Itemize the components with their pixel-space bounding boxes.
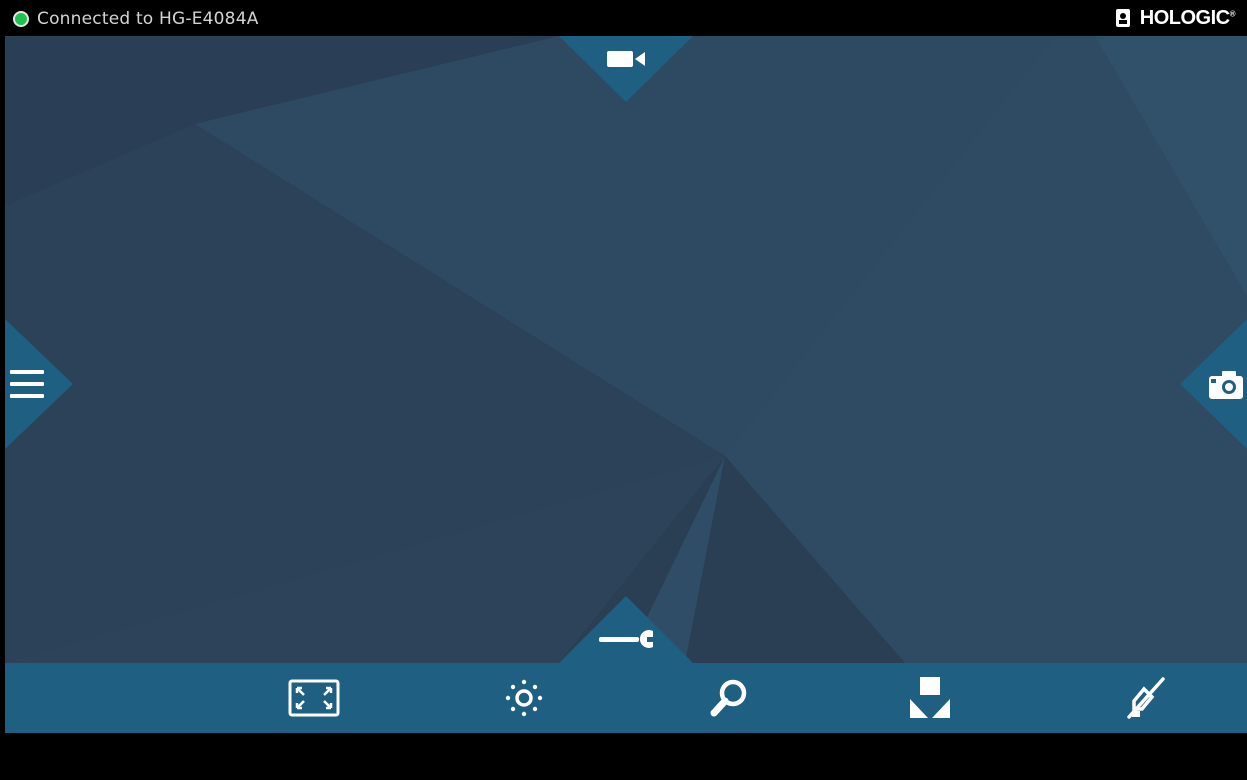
fit-screen-button[interactable] (286, 673, 342, 723)
status-bar: Connected to HG-E4084A HOLOGIC® (5, 0, 1247, 36)
annotation-disabled-button[interactable] (1118, 673, 1174, 723)
magnifier-icon (710, 679, 747, 717)
capture-down-button[interactable] (902, 673, 958, 723)
app-screen: Connected to HG-E4084A HOLOGIC® (5, 0, 1247, 780)
video-stage (5, 36, 1247, 663)
zoom-button[interactable] (701, 673, 757, 723)
pen-disabled-icon (1127, 677, 1165, 719)
bottom-toolbar (5, 663, 1247, 733)
video-camera-icon[interactable] (605, 48, 647, 70)
connection-status: Connected to HG-E4084A (13, 7, 259, 31)
wrench-icon[interactable] (597, 628, 663, 650)
battery-icon (1115, 9, 1130, 27)
bottom-letterbox (5, 733, 1247, 780)
connection-text: Connected to HG-E4084A (37, 9, 259, 29)
menu-icon[interactable] (9, 366, 45, 402)
brand-trademark: ® (1229, 8, 1236, 18)
connection-indicator-icon (13, 11, 29, 27)
brightness-button[interactable] (496, 673, 552, 723)
capture-down-icon (910, 677, 950, 718)
brand-logo: HOLOGIC® (1115, 6, 1236, 29)
brand-name: HOLOGIC (1139, 6, 1230, 29)
fit-screen-icon (288, 679, 340, 717)
camera-icon[interactable] (1208, 368, 1244, 400)
brightness-icon (505, 679, 543, 717)
background-pattern (5, 36, 1247, 663)
